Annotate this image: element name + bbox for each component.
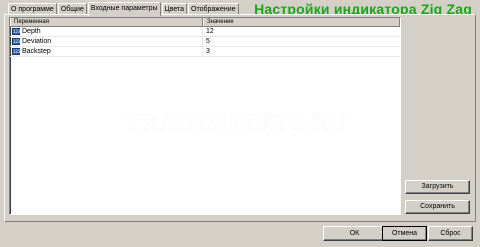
save-button[interactable]: Сохранить xyxy=(405,200,470,214)
column-header-variable[interactable]: Переменная xyxy=(10,18,203,26)
watermark: TRADEXPERTS.RU xyxy=(126,110,348,136)
int-param-icon: 123 xyxy=(12,48,21,55)
ok-button[interactable]: ОК xyxy=(323,226,386,241)
tab-bar: О программе Общие Входные параметры Цвет… xyxy=(8,1,240,16)
reset-button[interactable]: Сброс xyxy=(428,226,473,241)
param-name: Deviation xyxy=(22,37,52,45)
param-name-cell[interactable]: 123 Backstep xyxy=(10,47,203,56)
param-value-cell[interactable]: 5 xyxy=(203,37,400,46)
table-row[interactable]: 123 Backstep 3 xyxy=(10,47,400,57)
tab-input-parameters[interactable]: Входные параметры xyxy=(87,2,161,16)
indicator-settings-dialog: О программе Общие Входные параметры Цвет… xyxy=(0,0,480,247)
grid-header: Переменная Значение xyxy=(10,18,400,27)
cancel-button[interactable]: Отмена xyxy=(382,226,427,241)
int-param-icon: 123 xyxy=(12,28,21,35)
param-value-cell[interactable]: 12 xyxy=(203,27,400,36)
param-value-cell[interactable]: 3 xyxy=(203,47,400,56)
table-row[interactable]: 123 Depth 12 xyxy=(10,27,400,37)
param-name: Depth xyxy=(22,27,41,35)
int-param-icon: 123 xyxy=(12,38,21,45)
load-button[interactable]: Загрузить xyxy=(405,180,470,194)
table-row[interactable]: 123 Deviation 5 xyxy=(10,37,400,47)
param-name-cell[interactable]: 123 Deviation xyxy=(10,37,203,46)
param-name-cell[interactable]: 123 Depth xyxy=(10,27,203,36)
param-name: Backstep xyxy=(22,47,51,55)
column-header-value[interactable]: Значение xyxy=(203,18,400,26)
